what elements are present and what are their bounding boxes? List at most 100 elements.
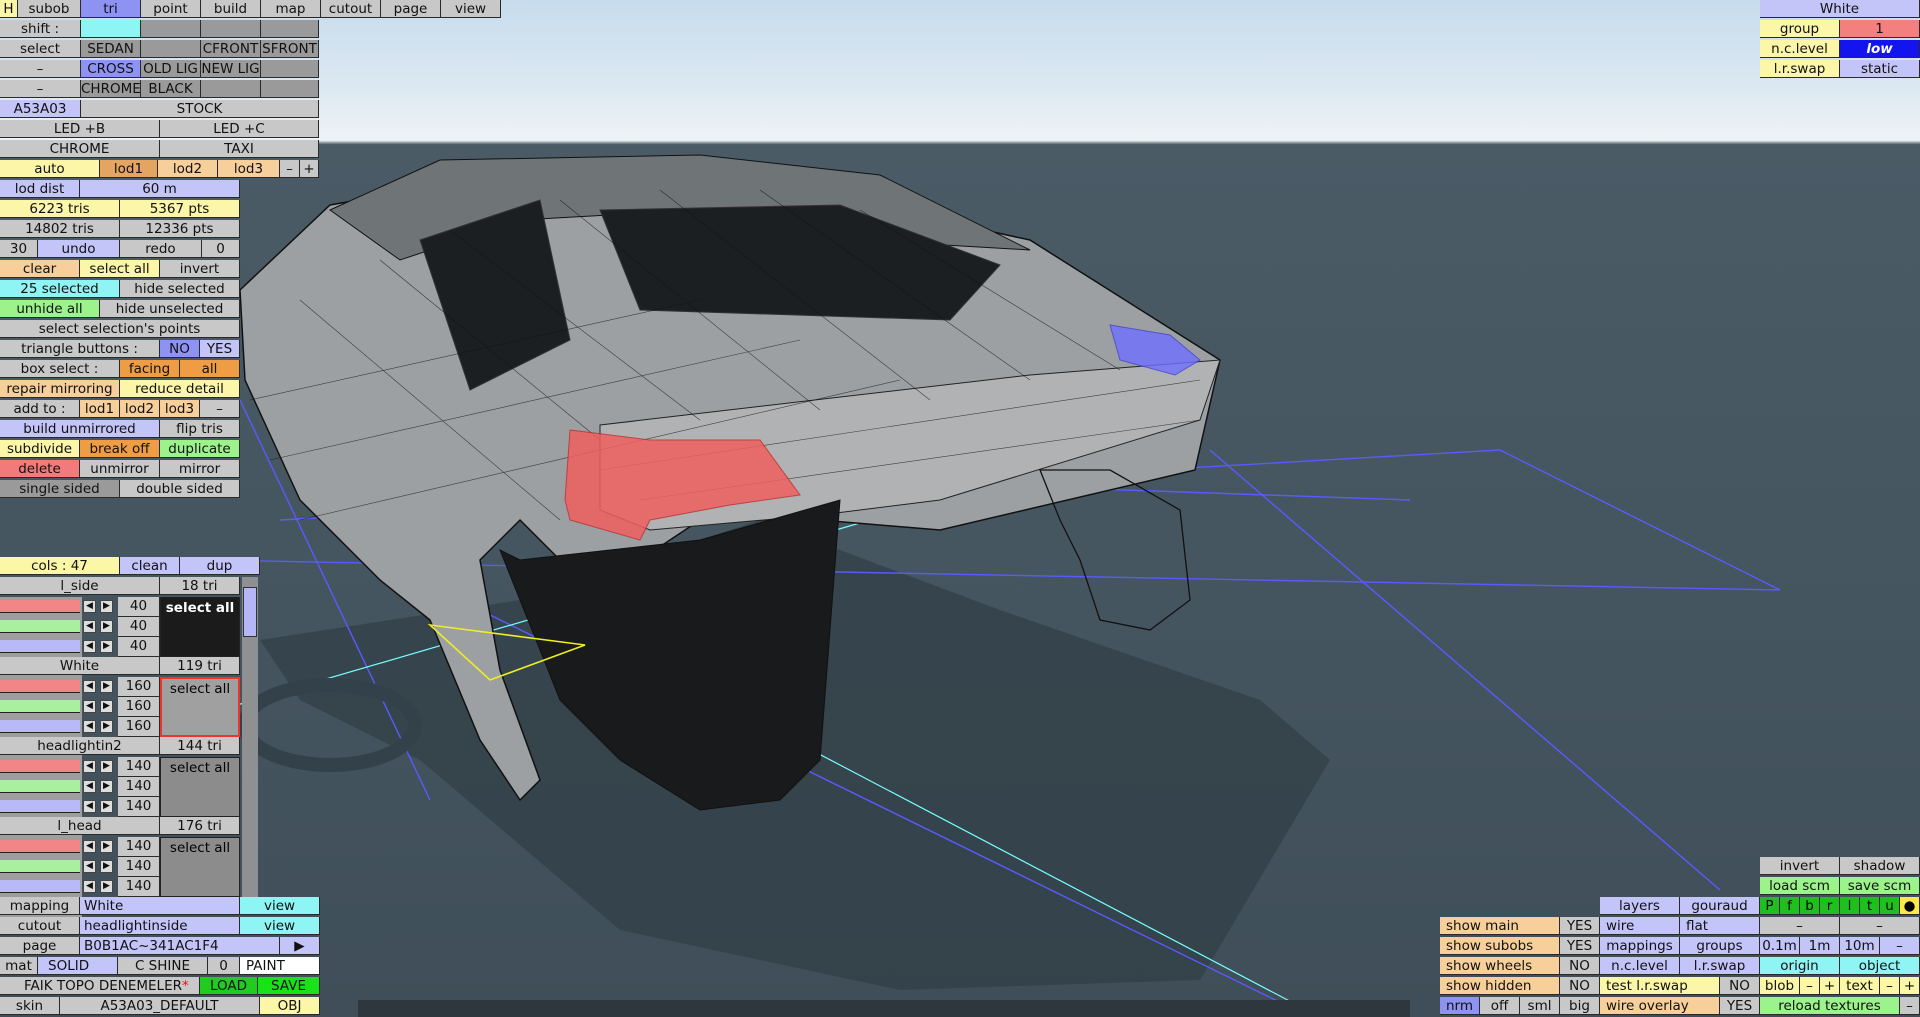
channel-value[interactable]: 40 bbox=[118, 617, 160, 637]
material-scrollbar[interactable] bbox=[242, 577, 258, 897]
text-button[interactable]: text bbox=[1840, 977, 1880, 995]
view-letter-button[interactable]: P bbox=[1760, 897, 1780, 915]
led-c-button[interactable]: LED +C bbox=[160, 120, 319, 138]
mapping-value[interactable]: White bbox=[80, 897, 240, 915]
select-all-button[interactable]: select all bbox=[80, 260, 160, 278]
channel-value[interactable]: 160 bbox=[118, 717, 160, 737]
lod1-button[interactable]: lod1 bbox=[100, 160, 158, 178]
view-letter-button[interactable]: u bbox=[1880, 897, 1900, 915]
clean-button[interactable]: clean bbox=[120, 557, 180, 575]
channel-swatch[interactable] bbox=[0, 880, 80, 893]
flip-tris-button[interactable]: flip tris bbox=[160, 420, 240, 438]
add-to-minus[interactable]: – bbox=[200, 400, 240, 418]
taxi-button[interactable]: TAXI bbox=[160, 140, 319, 158]
decrement-arrow-icon[interactable]: ◀ bbox=[83, 720, 96, 733]
view-letter-button[interactable]: b bbox=[1800, 897, 1820, 915]
scale-10m[interactable]: 10m bbox=[1840, 937, 1880, 955]
file-name[interactable]: FAIK TOPO DENEMELER* bbox=[0, 977, 200, 995]
cutout-view-button[interactable]: view bbox=[240, 917, 320, 935]
test-lrswap-value[interactable]: NO bbox=[1720, 977, 1760, 995]
decrement-arrow-icon[interactable]: ◀ bbox=[83, 700, 96, 713]
option-cross[interactable]: CROSS bbox=[81, 60, 141, 78]
cutout-value[interactable]: headlightinside bbox=[80, 917, 240, 935]
tab-point[interactable]: point bbox=[141, 0, 201, 18]
decrement-arrow-icon[interactable]: ◀ bbox=[83, 760, 96, 773]
dash-button[interactable]: – bbox=[1840, 917, 1920, 935]
scale-minus[interactable]: – bbox=[1880, 937, 1920, 955]
material-select-all-button[interactable]: select all bbox=[160, 837, 240, 897]
mat-paint-button[interactable]: PAINT bbox=[240, 957, 320, 975]
material-name[interactable]: headlightin2 bbox=[0, 737, 160, 755]
nclevel-button[interactable]: n.c.level bbox=[1600, 957, 1680, 975]
show-main-value[interactable]: YES bbox=[1560, 917, 1600, 935]
channel-swatch[interactable] bbox=[0, 680, 80, 693]
tab-build[interactable]: build bbox=[201, 0, 261, 18]
tab-subob[interactable]: subob bbox=[18, 0, 81, 18]
decrement-arrow-icon[interactable]: ◀ bbox=[83, 620, 96, 633]
lrswap-value[interactable]: static bbox=[1840, 60, 1920, 78]
increment-arrow-icon[interactable]: ▶ bbox=[100, 860, 113, 873]
view-letter-button[interactable]: t bbox=[1860, 897, 1880, 915]
mapping-view-button[interactable]: view bbox=[240, 897, 320, 915]
nrm-button[interactable]: nrm bbox=[1440, 997, 1480, 1015]
invert-view-button[interactable]: invert bbox=[1760, 857, 1840, 875]
nrm-off-button[interactable]: off bbox=[1480, 997, 1520, 1015]
blob-button[interactable]: blob bbox=[1760, 977, 1800, 995]
decrement-arrow-icon[interactable]: ◀ bbox=[83, 840, 96, 853]
blob-minus[interactable]: – bbox=[1800, 977, 1820, 995]
view-letter-button[interactable]: l bbox=[1840, 897, 1860, 915]
channel-swatch[interactable] bbox=[0, 720, 80, 733]
channel-swatch[interactable] bbox=[0, 840, 80, 853]
material-name[interactable]: l_head bbox=[0, 817, 160, 835]
layers-button[interactable]: layers bbox=[1600, 897, 1680, 915]
channel-swatch[interactable] bbox=[0, 760, 80, 773]
nrm-big-button[interactable]: big bbox=[1560, 997, 1600, 1015]
increment-arrow-icon[interactable]: ▶ bbox=[100, 700, 113, 713]
increment-arrow-icon[interactable]: ▶ bbox=[100, 760, 113, 773]
increment-arrow-icon[interactable]: ▶ bbox=[100, 800, 113, 813]
channel-swatch[interactable] bbox=[0, 600, 80, 613]
decrement-arrow-icon[interactable]: ◀ bbox=[83, 680, 96, 693]
select-selection-points-button[interactable]: select selection's points bbox=[0, 320, 240, 338]
option-sedan[interactable]: SEDAN bbox=[81, 40, 141, 58]
decrement-arrow-icon[interactable]: ◀ bbox=[83, 780, 96, 793]
text-plus[interactable]: + bbox=[1900, 977, 1920, 995]
tab-cutout[interactable]: cutout bbox=[321, 0, 381, 18]
dup-button[interactable]: dup bbox=[180, 557, 260, 575]
channel-value[interactable]: 160 bbox=[118, 697, 160, 717]
obj-button[interactable]: OBJ bbox=[260, 997, 320, 1015]
shadow-button[interactable]: shadow bbox=[1840, 857, 1920, 875]
variant-stock[interactable]: STOCK bbox=[81, 100, 319, 118]
origin-button[interactable]: origin bbox=[1760, 957, 1840, 975]
delete-button[interactable]: delete bbox=[0, 460, 80, 478]
add-to-lod2[interactable]: lod2 bbox=[120, 400, 160, 418]
groups-button[interactable]: groups bbox=[1680, 937, 1760, 955]
wire-overlay-button[interactable]: wire overlay bbox=[1600, 997, 1720, 1015]
page-value[interactable]: B0B1AC~341AC1F4 bbox=[80, 937, 280, 955]
tab-view[interactable]: view bbox=[441, 0, 501, 18]
wire-overlay-value[interactable]: YES bbox=[1720, 997, 1760, 1015]
add-to-lod1[interactable]: lod1 bbox=[80, 400, 120, 418]
channel-swatch[interactable] bbox=[0, 860, 80, 873]
lod-dist-value[interactable]: 60 m bbox=[80, 180, 240, 198]
wire-button[interactable]: wire bbox=[1600, 917, 1680, 935]
increment-arrow-icon[interactable]: ▶ bbox=[100, 840, 113, 853]
material-select-all-button[interactable]: select all bbox=[160, 597, 240, 657]
nclevel-value[interactable]: low bbox=[1840, 40, 1920, 58]
repair-mirroring-button[interactable]: repair mirroring bbox=[0, 380, 120, 398]
channel-value[interactable]: 140 bbox=[118, 757, 160, 777]
load-button[interactable]: LOAD bbox=[200, 977, 258, 995]
tab-tri[interactable]: tri bbox=[81, 0, 141, 18]
subdivide-button[interactable]: subdivide bbox=[0, 440, 80, 458]
hide-unselected-button[interactable]: hide unselected bbox=[100, 300, 240, 318]
show-wheels-button[interactable]: show wheels bbox=[1440, 957, 1560, 975]
scale-01m[interactable]: 0.1m bbox=[1760, 937, 1800, 955]
shift-slot[interactable] bbox=[141, 20, 201, 38]
show-main-button[interactable]: show main bbox=[1440, 917, 1560, 935]
option-cfront[interactable]: CFRONT bbox=[201, 40, 261, 58]
shift-slot[interactable] bbox=[201, 20, 261, 38]
increment-arrow-icon[interactable]: ▶ bbox=[100, 780, 113, 793]
material-name[interactable]: l_side bbox=[0, 577, 160, 595]
channel-swatch[interactable] bbox=[0, 700, 80, 713]
reduce-detail-button[interactable]: reduce detail bbox=[120, 380, 240, 398]
